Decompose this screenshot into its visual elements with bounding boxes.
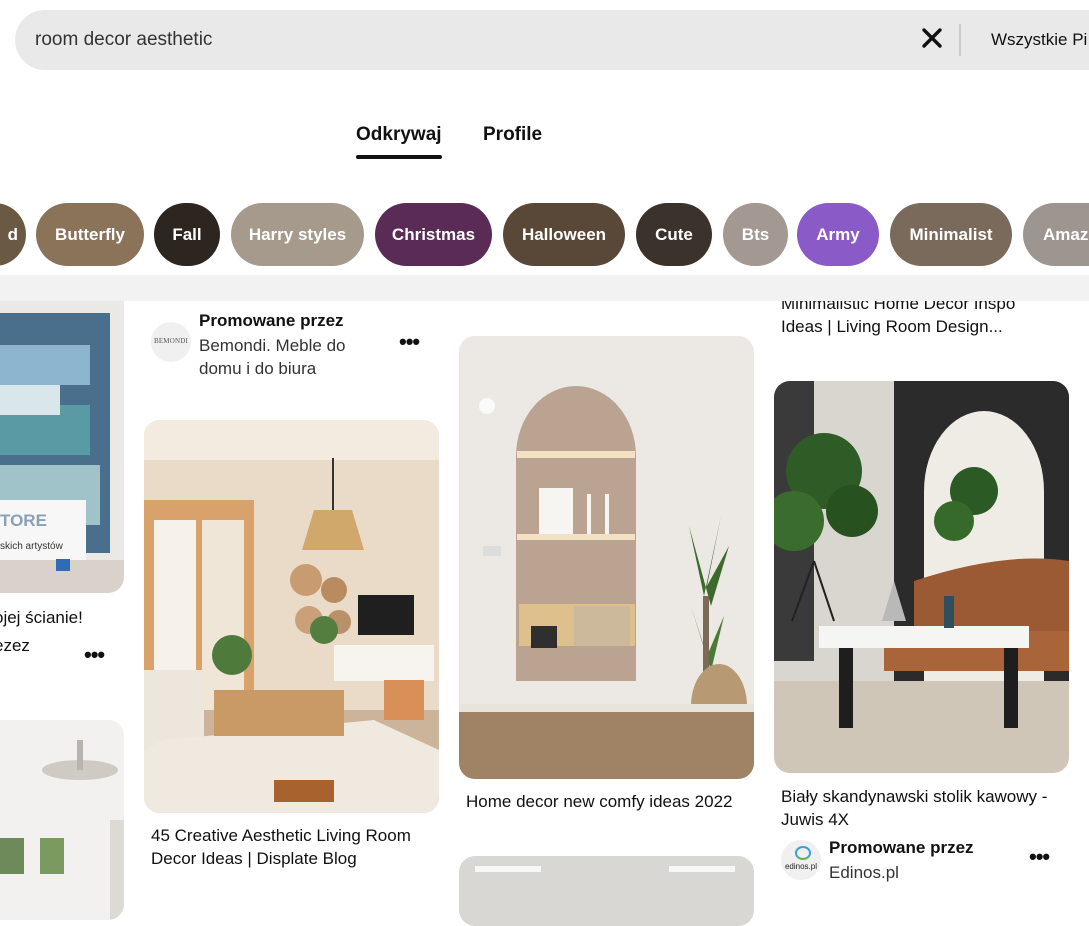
bright-room-illustration <box>0 720 124 920</box>
chip-cute[interactable]: Cute <box>636 203 712 266</box>
pin-image-shelf-niche[interactable] <box>459 336 754 779</box>
header-divider-band <box>0 275 1089 301</box>
promoted-by-label: Promowane przez <box>199 311 344 330</box>
pin-image-wall-art[interactable]: TORE skich artystów <box>0 285 124 593</box>
pin-filter-dropdown[interactable]: Wszystkie Pi <box>991 10 1087 70</box>
pin-title-home-decor[interactable]: Home decor new comfy ideas 2022 <box>466 790 751 813</box>
chip-army[interactable]: Army <box>797 203 879 266</box>
coffee-table-illustration <box>774 381 1069 773</box>
pin-image-coffee-table[interactable] <box>774 381 1069 773</box>
more-options-button[interactable]: ••• <box>399 331 420 353</box>
bemondi-avatar[interactable]: BEMONDI <box>151 322 191 362</box>
pin-title-coffee-table[interactable]: Biały skandynawski stolik kawowy - Juwis… <box>781 785 1076 831</box>
tab-explore[interactable]: Odkrywaj <box>356 124 442 159</box>
overlay-brand: TORE <box>0 511 47 530</box>
promoted-by-label: Promowane przez <box>829 838 974 857</box>
clear-search-button[interactable] <box>915 24 949 56</box>
search-input[interactable] <box>35 10 895 70</box>
more-options-button[interactable]: ••• <box>84 644 105 666</box>
close-icon <box>922 28 942 48</box>
pin-image-bright-room[interactable] <box>0 720 124 920</box>
suggestion-chips-row: d Butterfly Fall Harry styles Christmas Hallo… <box>0 195 1089 275</box>
pin-image-living-room[interactable] <box>144 420 439 813</box>
more-options-button[interactable]: ••• <box>1029 846 1050 868</box>
edinos-logo-icon <box>795 846 811 860</box>
pin-subtitle-partial: ezez <box>0 636 30 655</box>
chip-fall[interactable]: Fall <box>154 203 220 266</box>
pin-title-living-room[interactable]: 45 Creative Aesthetic Living Room Decor … <box>151 824 436 870</box>
search-bar: Wszystkie Pi <box>15 10 1089 70</box>
edinos-avatar[interactable]: edinos.pl <box>781 840 821 880</box>
chip-bts[interactable]: Bts <box>723 203 788 266</box>
chip-harry-styles[interactable]: Harry styles <box>231 203 364 266</box>
tab-profiles[interactable]: Profile <box>483 124 542 146</box>
active-tab-indicator <box>356 155 442 159</box>
pin-image-ceiling[interactable] <box>459 856 754 926</box>
chip-christmas[interactable]: Christmas <box>375 203 492 266</box>
chip-amaz[interactable]: Amaz <box>1023 203 1089 266</box>
overlay-badge <box>56 559 70 571</box>
chip-halloween[interactable]: Halloween <box>503 203 625 266</box>
living-room-illustration <box>144 420 439 813</box>
overlay-subtitle: skich artystów <box>0 541 63 552</box>
pin-title-partial: ojej ścianie! <box>0 608 83 627</box>
search-divider <box>959 24 961 56</box>
shelf-niche-illustration <box>459 336 754 779</box>
chip-butterfly[interactable]: Butterfly <box>36 203 144 266</box>
promoter-name[interactable]: Edinos.pl <box>829 861 899 884</box>
chip-d[interactable]: d <box>0 203 26 266</box>
ceiling-illustration <box>459 856 754 926</box>
chip-minimalist[interactable]: Minimalist <box>890 203 1012 266</box>
promoter-name[interactable]: Bemondi. Meble do domu i do biura <box>199 334 369 380</box>
